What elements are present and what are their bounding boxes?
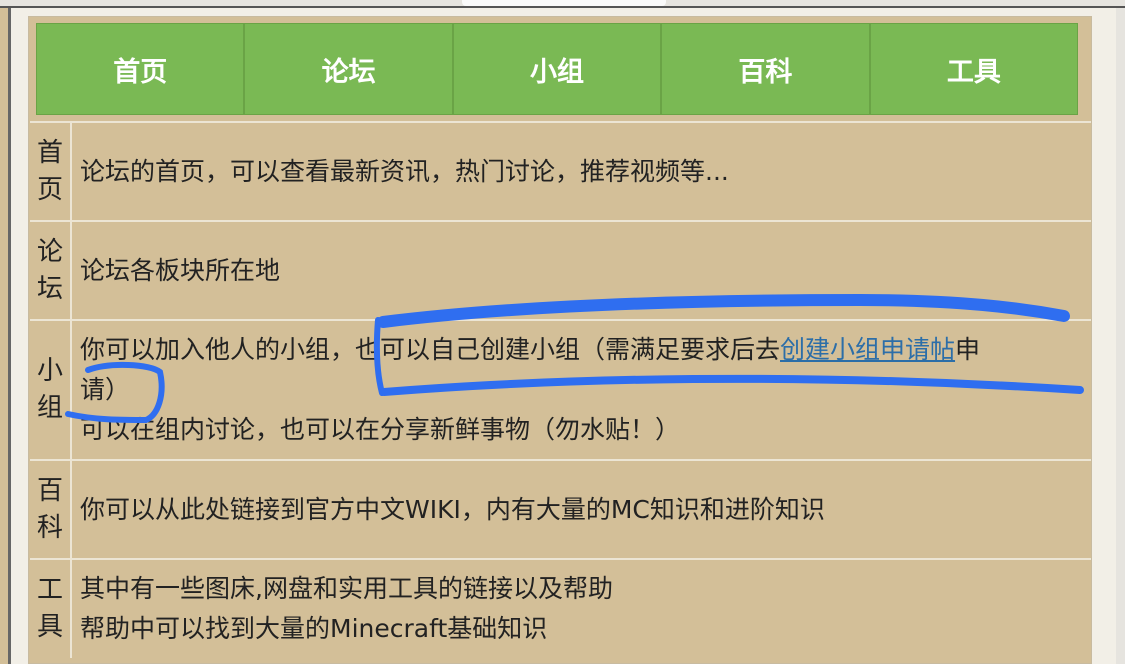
row-heading: 小 组 — [30, 321, 72, 459]
row-heading-char: 论 — [36, 236, 63, 267]
row-text: 论坛的首页，可以查看最新资讯，热门讨论，推荐视频等... — [80, 156, 729, 186]
row-heading-char: 坛 — [36, 273, 63, 304]
row-description: 论坛各板块所在地 — [80, 222, 1083, 319]
row-text: 帮助中可以找到大量的Minecraft基础知识 — [80, 614, 548, 643]
row-heading-char: 科 — [36, 512, 63, 543]
row-description: 你可以从此处链接到官方中文WIKI，内有大量的MC知识和进阶知识 — [80, 461, 1083, 558]
row-description: 论坛的首页，可以查看最新资讯，热门讨论，推荐视频等... — [80, 123, 1083, 220]
row-text-line: 可以在组内讨论，也可以在分享新鲜事物（勿水贴！） — [80, 415, 681, 444]
row-heading-char: 具 — [36, 612, 63, 642]
table-row-group: 小 组 你可以加入他人的小组，也可以自己创建小组（需满足要求后去创建小组申请帖申… — [30, 319, 1091, 459]
row-heading: 论 坛 — [30, 222, 72, 319]
nav-item-home[interactable]: 首页 — [37, 24, 246, 114]
row-heading: 首 页 — [30, 123, 72, 220]
row-heading: 工 具 — [30, 560, 72, 658]
row-heading-char: 百 — [36, 475, 63, 506]
nav-item-group[interactable]: 小组 — [454, 24, 663, 114]
row-description: 你可以加入他人的小组，也可以自己创建小组（需满足要求后去创建小组申请帖申 请） … — [80, 321, 1083, 459]
row-description: 其中有一些图床,网盘和实用工具的链接以及帮助 帮助中可以找到大量的Minecra… — [80, 560, 1083, 658]
row-text: 你可以从此处链接到官方中文WIKI，内有大量的MC知识和进阶知识 — [80, 494, 825, 524]
nav-item-wiki[interactable]: 百科 — [662, 24, 871, 114]
row-heading-char: 工 — [36, 575, 63, 605]
row-text: 论坛各板块所在地 — [80, 255, 281, 285]
row-heading-char: 小 — [36, 356, 63, 386]
nav-bar: 首页 论坛 小组 百科 工具 — [36, 23, 1078, 115]
page-frame: 首页 论坛 小组 百科 工具 首 页 论坛的首页，可以查看最新资讯，热门讨论，推… — [0, 0, 1125, 664]
row-heading: 百 科 — [30, 461, 72, 558]
nav-item-tools[interactable]: 工具 — [871, 24, 1077, 114]
row-heading-char: 首 — [36, 137, 63, 168]
row-heading-char: 页 — [36, 174, 63, 205]
create-group-request-link[interactable]: 创建小组申请帖 — [780, 335, 955, 364]
row-text: 申 — [955, 335, 981, 364]
row-text-line: 你可以加入他人的小组，也可以自己创建小组（需满足要求后去创建小组申请帖申 — [80, 330, 1083, 370]
table-row-tools: 工 具 其中有一些图床,网盘和实用工具的链接以及帮助 帮助中可以找到大量的Min… — [30, 558, 1091, 658]
row-text-line: 请） — [80, 375, 131, 404]
nav-item-forum[interactable]: 论坛 — [245, 24, 454, 114]
table-row-forum: 论 坛 论坛各板块所在地 — [30, 220, 1091, 319]
row-heading-char: 组 — [36, 393, 63, 423]
table-row-home: 首 页 论坛的首页，可以查看最新资讯，热门讨论，推荐视频等... — [30, 121, 1091, 220]
right-edge — [1116, 8, 1125, 664]
row-text: 其中有一些图床,网盘和实用工具的链接以及帮助 — [80, 574, 613, 603]
row-text: 你可以加入他人的小组，也可以自己创建小组（需满足要求后去 — [80, 335, 781, 364]
table-row-wiki: 百 科 你可以从此处链接到官方中文WIKI，内有大量的MC知识和进阶知识 — [30, 459, 1091, 558]
top-tab — [462, 0, 666, 6]
